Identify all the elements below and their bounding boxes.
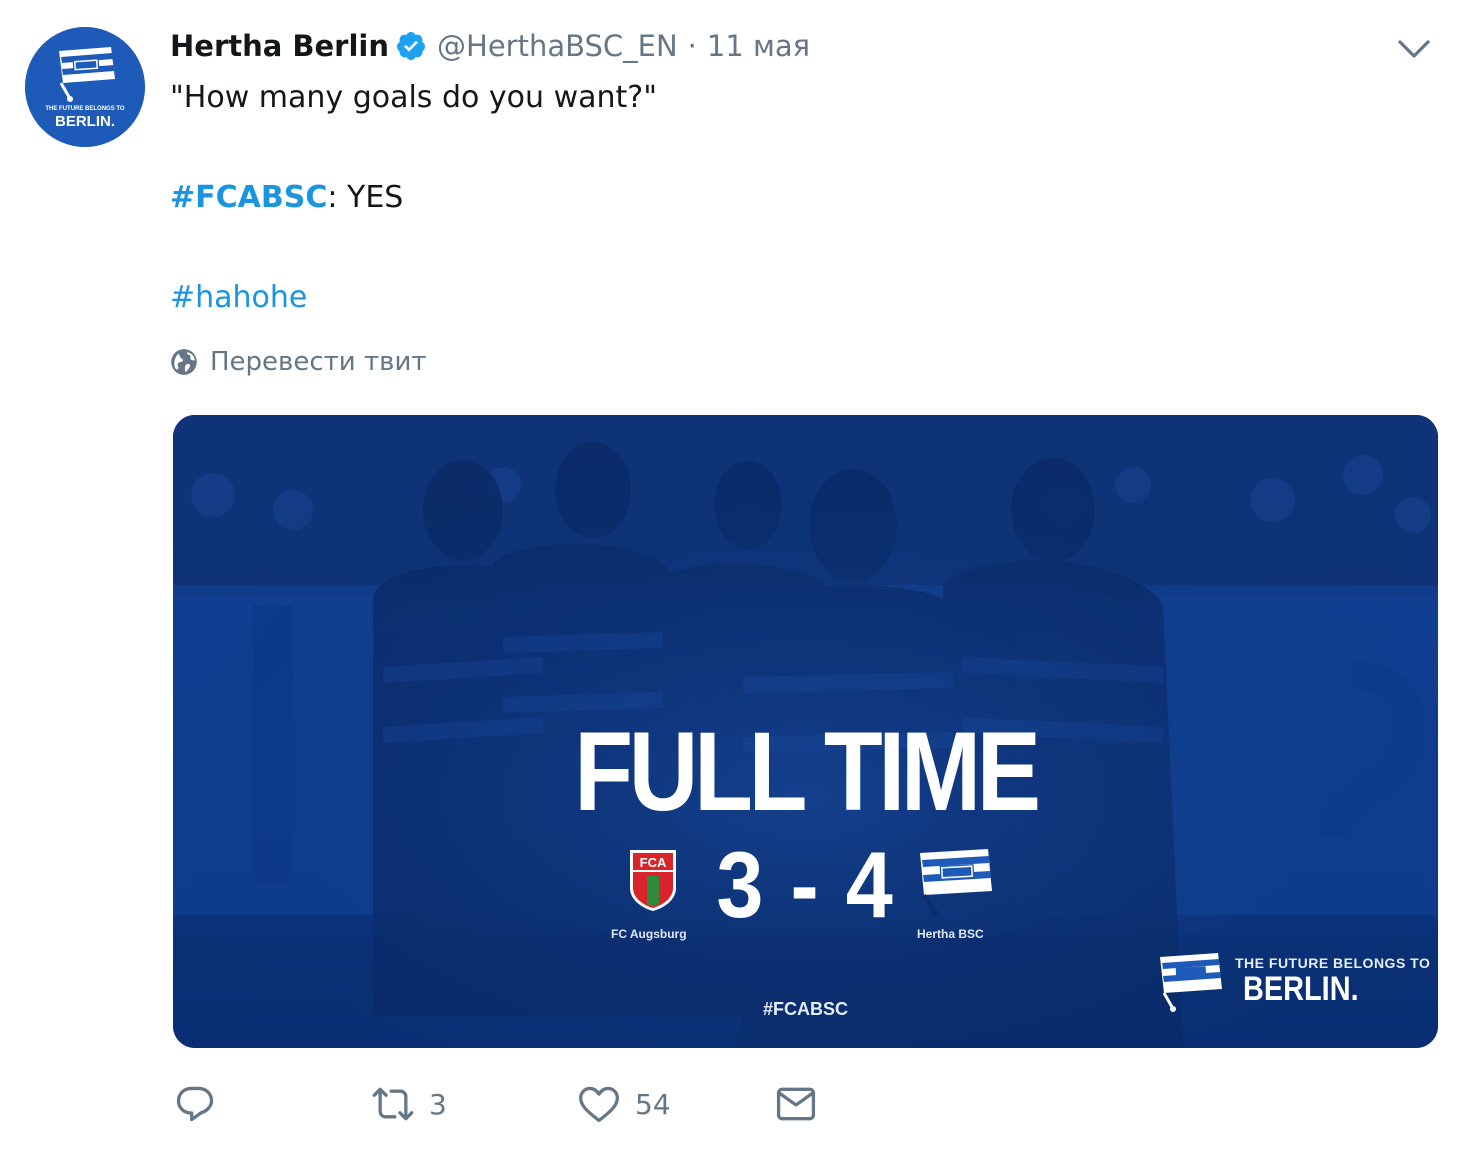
tweet-header: Hertha Berlin @HerthaBSC_EN · 11 мая	[170, 26, 810, 66]
retweet-icon	[372, 1087, 414, 1121]
hertha-bsc-crest-icon	[920, 849, 992, 917]
direct-message-icon	[776, 1087, 816, 1121]
tweet-text-line: "How many goals do you want?"	[170, 80, 657, 115]
avatar-tagline: THE FUTURE BELONGS TO	[45, 106, 125, 112]
display-name[interactable]: Hertha Berlin	[170, 29, 389, 63]
home-team-label: FC Augsburg	[611, 927, 687, 941]
like-icon	[579, 1086, 619, 1123]
chevron-down-icon[interactable]	[1396, 34, 1432, 64]
away-team-label: Hertha BSC	[917, 927, 984, 941]
brand-tagline: THE FUTURE BELONGS TO	[1235, 955, 1431, 971]
avatar[interactable]: THE FUTURE BELONGS TO BERLIN.	[25, 27, 145, 147]
full-time-headline: FULL TIME	[574, 709, 1041, 834]
reply-button[interactable]	[173, 1082, 231, 1126]
translate-tweet-button[interactable]: Перевести твит	[170, 347, 426, 377]
direct-message-button[interactable]	[774, 1082, 818, 1126]
hashtag-link[interactable]: #FCABSC	[170, 180, 327, 215]
user-handle[interactable]: @HerthaBSC_EN	[437, 29, 678, 63]
verified-icon	[397, 32, 426, 60]
reply-icon	[176, 1086, 214, 1122]
away-score: 4	[845, 832, 895, 937]
tweet-text-line: #hahohe	[170, 276, 307, 320]
like-button[interactable]: 54	[577, 1082, 671, 1126]
hertha-flag-logo-icon	[1160, 953, 1222, 1012]
tweet-text-fragment: : YES	[327, 180, 404, 215]
score-separator: -	[790, 832, 821, 937]
tweet-media-image[interactable]: FULL TIME FCA 3 - 4 FC Augsburg Hertha B…	[173, 415, 1438, 1048]
tweet-text-line: #FCABSC: YES	[170, 176, 403, 220]
hashtag-link[interactable]: #hahohe	[170, 280, 307, 315]
retweet-button[interactable]: 3	[371, 1082, 447, 1126]
brand-name: BERLIN.	[1243, 970, 1359, 1008]
tweet-actions: 3 54	[173, 1082, 873, 1132]
home-score: 3	[716, 832, 766, 937]
separator-dot: ·	[687, 29, 697, 63]
scoreline: 3 - 4	[236, 835, 1375, 935]
globe-icon	[171, 349, 197, 375]
like-count: 54	[635, 1087, 671, 1121]
tweet-date[interactable]: 11 мая	[707, 29, 810, 63]
avatar-brand: BERLIN.	[55, 113, 115, 130]
translate-label: Перевести твит	[210, 347, 427, 377]
retweet-count: 3	[429, 1087, 447, 1121]
